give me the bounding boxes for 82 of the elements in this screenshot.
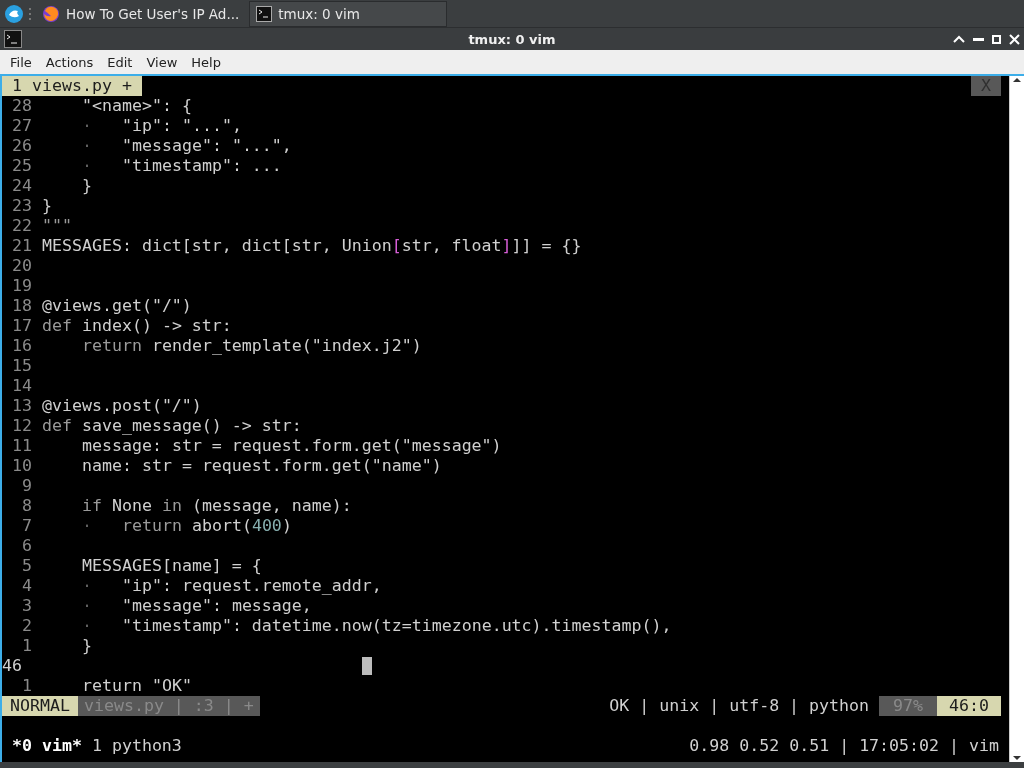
- close-icon[interactable]: [1009, 33, 1020, 45]
- code-line: name: str = request.form.get("name"): [81, 456, 442, 476]
- line-number: 13: [11, 396, 33, 416]
- code-line: · return abort(400): [81, 516, 292, 536]
- file-format-info: OK | unix | utf-8 | python: [608, 696, 871, 716]
- code-line: def save_message() -> str:: [42, 416, 302, 436]
- code-line: message: str = request.form.get("message"): [81, 436, 502, 456]
- line-number: 21: [11, 236, 33, 256]
- line-number: 6: [21, 536, 33, 556]
- code-line: · "ip": "...",: [81, 116, 242, 136]
- mode-indicator: NORMAL: [2, 696, 78, 716]
- handle-icon[interactable]: [28, 7, 32, 20]
- code-line: """: [42, 216, 72, 236]
- task-label: tmux: 0 vim: [278, 5, 360, 22]
- taskbar-task[interactable]: tmux: 0 vim: [249, 0, 448, 27]
- editor-tab[interactable]: 1 views.py +: [2, 76, 142, 96]
- code-line: }: [81, 636, 92, 656]
- fox-globe-icon: [42, 4, 60, 23]
- code-line: if None in (message, name):: [81, 496, 352, 516]
- scrollbar[interactable]: [1009, 76, 1024, 762]
- line-number: 1: [21, 636, 33, 656]
- line-number: 5: [21, 556, 33, 576]
- line-number: 28: [11, 96, 33, 116]
- menu-item[interactable]: File: [4, 52, 38, 72]
- line-number: 46: [2, 656, 23, 676]
- line-number: 23: [11, 196, 33, 216]
- line-number: 25: [11, 156, 33, 176]
- code-line: return "OK": [81, 676, 192, 696]
- tmux-window[interactable]: *0 vim*: [12, 736, 82, 756]
- line-number: 10: [11, 456, 33, 476]
- code-line: "<name>": {: [81, 96, 192, 116]
- code-line: }: [81, 176, 92, 196]
- code-line: return render_template("index.j2"): [81, 336, 422, 356]
- line-number: 3: [21, 596, 33, 616]
- line-number: 19: [11, 276, 33, 296]
- line-number: 11: [11, 436, 33, 456]
- code-line: @views.post("/"): [42, 396, 202, 416]
- line-number: 18: [11, 296, 33, 316]
- menu-item[interactable]: Help: [185, 52, 227, 72]
- task-label: How To Get User's IP Ad...: [66, 5, 240, 22]
- maximize-icon[interactable]: [992, 34, 1001, 44]
- code-line: }: [42, 196, 52, 216]
- line-number: 16: [11, 336, 33, 356]
- text-cursor: [362, 657, 372, 675]
- code-line: · "ip": request.remote_addr,: [81, 576, 382, 596]
- line-number: 20: [11, 256, 33, 276]
- terminal-icon: [256, 5, 273, 22]
- line-number: 17: [11, 316, 33, 336]
- code-line: def index() -> str:: [42, 316, 232, 336]
- menu-item[interactable]: View: [140, 52, 184, 72]
- taskbar-task[interactable]: How To Get User's IP Ad...: [36, 0, 246, 27]
- line-number: 2: [21, 616, 33, 636]
- menu-item[interactable]: Edit: [101, 52, 139, 72]
- code-line: @views.get("/"): [42, 296, 192, 316]
- code-line: · "timestamp": ...: [81, 156, 282, 176]
- line-number: 4: [21, 576, 33, 596]
- chevron-up-icon[interactable]: [953, 35, 965, 43]
- line-number: 8: [21, 496, 33, 516]
- scroll-down-icon[interactable]: [1012, 754, 1022, 762]
- tmux-status: 0.98 0.52 0.51 | 17:05:02 | vim: [689, 736, 999, 756]
- line-number: 22: [11, 216, 33, 236]
- line-number: 15: [11, 356, 33, 376]
- window-title: tmux: 0 vim: [468, 31, 556, 47]
- menu-item[interactable]: Actions: [39, 52, 100, 72]
- tmux-window[interactable]: 1 python3: [91, 736, 182, 756]
- code-line: · "timestamp": datetime.now(tz=timezone.utc).timestamp(),: [81, 616, 672, 636]
- line-number: 27: [11, 116, 33, 136]
- minimize-icon[interactable]: [973, 37, 984, 41]
- code-line: MESSAGES: dict[str, dict[str, Union[str, float]]] = {}: [42, 236, 582, 256]
- line-number: 9: [21, 476, 33, 496]
- line-number: 1: [21, 676, 33, 696]
- terminal-icon: [4, 30, 22, 48]
- line-number: 7: [21, 516, 33, 536]
- line-number: 14: [11, 376, 33, 396]
- launcher-icon[interactable]: [4, 3, 24, 24]
- line-number: 26: [11, 136, 33, 156]
- code-line: MESSAGES[name] = {: [81, 556, 262, 576]
- cursor-position: 46:0: [937, 696, 1001, 716]
- code-line: · "message": message,: [81, 596, 312, 616]
- line-number: 12: [11, 416, 33, 436]
- line-number: 24: [11, 176, 33, 196]
- code-line: · "message": "...",: [81, 136, 292, 156]
